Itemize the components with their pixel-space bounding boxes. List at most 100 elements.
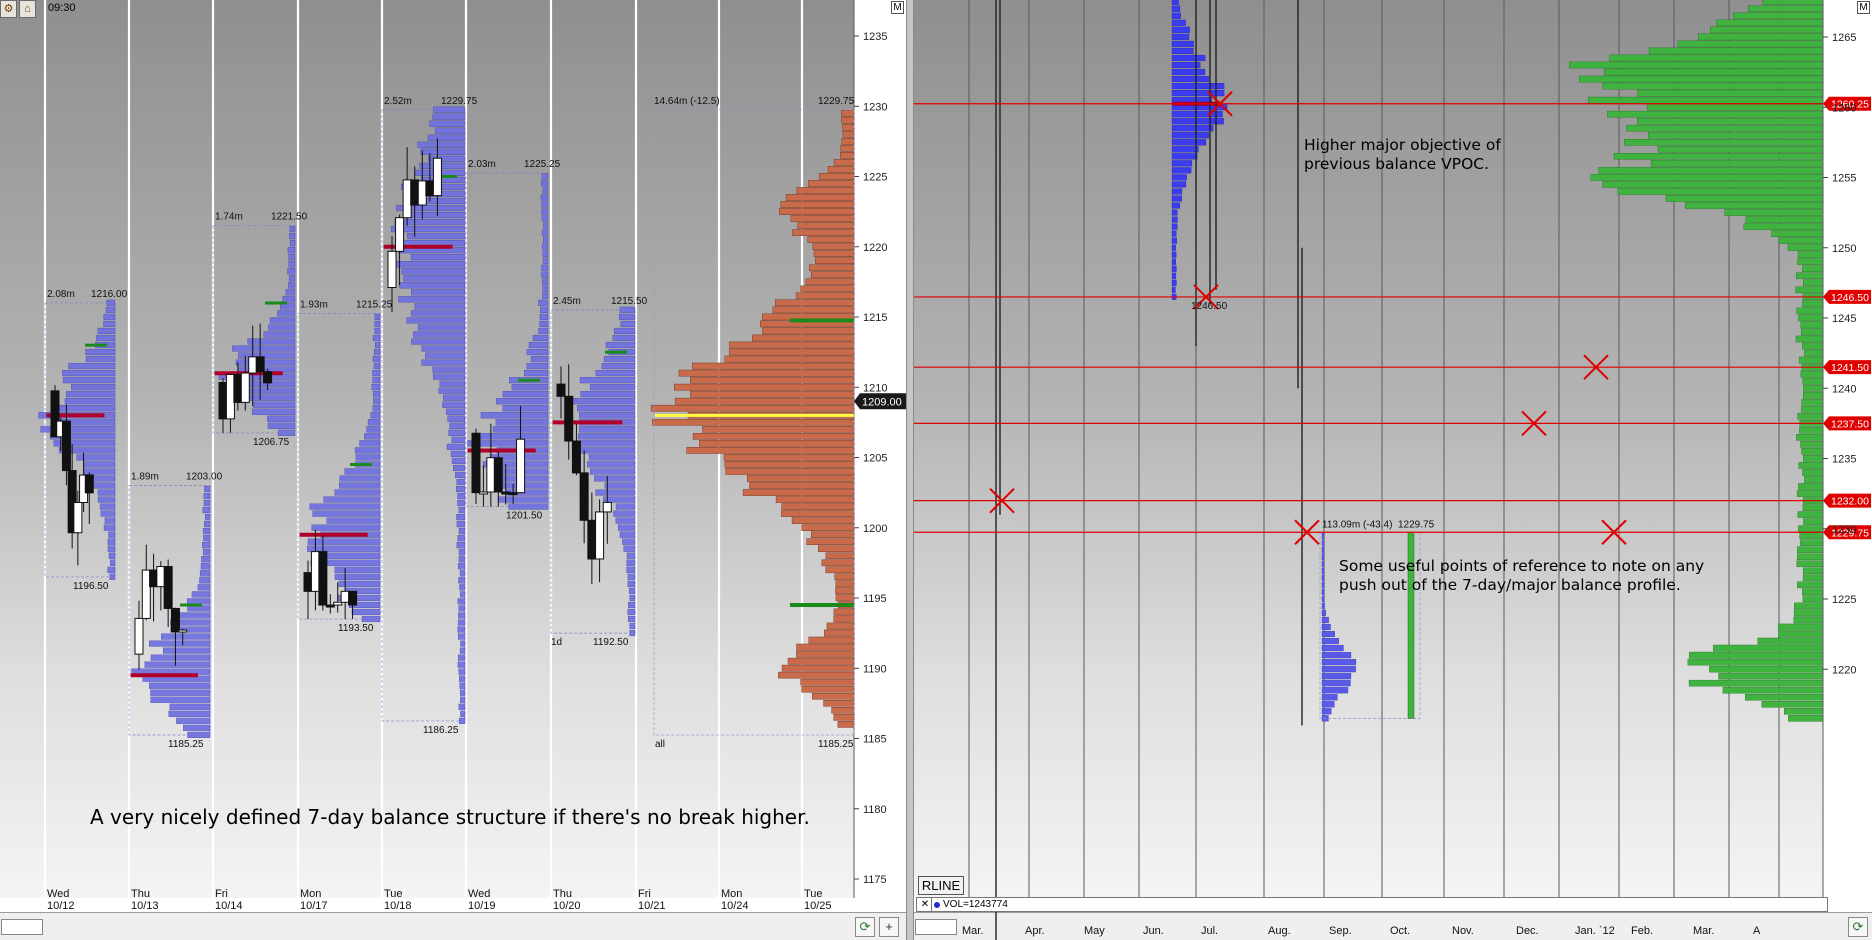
- long-term-profile-bar: [1797, 251, 1824, 258]
- candle-up: [73, 502, 83, 534]
- add-button[interactable]: +: [879, 917, 899, 937]
- session-profile-bar: [451, 457, 466, 464]
- prior-balance-profile-bar: [1171, 237, 1177, 244]
- composite-profile-bar: [742, 489, 855, 496]
- session-profile-bar: [372, 355, 381, 363]
- composite-profile-bar: [826, 622, 855, 630]
- day-label-name: Mon: [721, 888, 742, 900]
- day-label-date: 10/17: [300, 900, 328, 912]
- session-profile-bar: [460, 689, 466, 696]
- long-term-profile-bar: [1802, 265, 1824, 272]
- composite-profile-bar: [833, 159, 855, 166]
- session-profile-bar: [399, 282, 466, 289]
- month-label: Mar.: [962, 925, 983, 937]
- session-profile-bar: [456, 514, 466, 521]
- long-term-profile-bar: [1800, 328, 1824, 336]
- session-profile-bar: [367, 419, 381, 426]
- session-profile-bar: [579, 447, 636, 454]
- candle-down: [263, 371, 273, 384]
- session-profile-bar: [457, 633, 466, 640]
- session-profile-bar: [539, 320, 549, 327]
- session-profile-bar: [542, 250, 549, 257]
- session-profile-bar: [403, 275, 466, 282]
- prior-balance-profile-bar: [1171, 125, 1214, 132]
- session-profile-bar: [237, 352, 296, 359]
- session-profile-bar: [64, 398, 116, 405]
- session-profile-bar: [511, 384, 549, 391]
- long-term-profile-bar: [1648, 47, 1824, 55]
- close-icon[interactable]: ✕: [919, 898, 932, 911]
- session-profile-bar: [595, 489, 636, 496]
- day-label-date: 10/13: [131, 900, 159, 912]
- candle-down: [84, 474, 94, 494]
- session-profile-bar: [458, 612, 466, 619]
- prior-balance-profile-bar: [1171, 216, 1178, 223]
- session-profile-bar: [97, 327, 116, 335]
- price-tick-label: 1195: [863, 593, 887, 605]
- maximize-button[interactable]: M: [891, 1, 904, 14]
- session-profile-bar: [459, 717, 466, 724]
- session-profile-bar: [62, 377, 116, 384]
- composite-profile-bar: [797, 222, 855, 229]
- session-profile-bar: [59, 405, 116, 412]
- long-term-profile-bar: [1801, 448, 1824, 455]
- session-profile-bar: [199, 577, 211, 584]
- session-profile-bar: [99, 503, 116, 510]
- recent-profile-bar: [1321, 673, 1352, 680]
- pane-divider[interactable]: [906, 0, 914, 940]
- price-tick-label: 1175: [863, 874, 887, 886]
- gear-icon[interactable]: ⚙: [0, 0, 17, 18]
- candle-down: [255, 356, 265, 373]
- long-term-profile-bar: [1722, 686, 1824, 694]
- session-low-label: 1192.50: [593, 637, 629, 648]
- candle-up: [395, 217, 405, 252]
- long-term-profile-bar: [1799, 427, 1824, 434]
- left-chart-pane[interactable]: 1235 1230 1225 1220 1215 1210 1205 1200 1195 1190…: [0, 0, 906, 940]
- long-term-profile-bar: [1748, 5, 1824, 13]
- composite-profile-bar: [805, 278, 855, 286]
- scroll-field[interactable]: [1, 919, 43, 935]
- session-profile-bar: [288, 282, 296, 289]
- prior-balance-profile-bar: [1171, 258, 1177, 265]
- long-term-profile-bar: [1626, 124, 1824, 132]
- session-profile-bar: [411, 289, 466, 296]
- left-annotation: A very nicely defined 7-day balance stru…: [90, 805, 810, 829]
- prior-balance-profile-bar: [1171, 279, 1177, 286]
- left-profile-chart[interactable]: 1235 1230 1225 1220 1215 1210 1205 1200 1195 1190…: [0, 0, 906, 940]
- session-profile-bar: [442, 401, 466, 408]
- right-annotation-vpoc: Higher major objective of previous balan…: [1304, 136, 1501, 173]
- current-price-label: 1209.00: [862, 396, 902, 408]
- session-profile-bar: [203, 492, 211, 500]
- recent-profile-bar: [1321, 581, 1325, 588]
- long-term-profile-bar: [1688, 679, 1824, 687]
- month-label: Oct.: [1390, 925, 1410, 937]
- session-profile-bar: [451, 436, 466, 443]
- home-icon[interactable]: ⌂: [19, 0, 36, 18]
- session-profile-bar: [96, 334, 116, 342]
- long-term-profile-bar: [1657, 146, 1824, 153]
- long-term-profile-bar: [1803, 518, 1824, 525]
- prior-balance-profile-bar: [1171, 244, 1176, 251]
- session-profile-bar: [251, 408, 296, 415]
- session-profile-bar: [541, 208, 549, 215]
- right-price-tick-label: 1255: [1832, 173, 1856, 185]
- session-profile-bar: [459, 584, 466, 591]
- long-term-profile-bar: [1802, 588, 1824, 596]
- composite-profile-bar: [796, 650, 855, 658]
- prior-balance-profile-bar: [1171, 5, 1181, 12]
- long-term-profile-bar: [1802, 300, 1824, 308]
- refresh-icon[interactable]: ⟳: [855, 917, 875, 937]
- composite-profile-bar: [821, 559, 855, 567]
- session-profile-bar: [205, 514, 211, 521]
- candle-down: [318, 551, 328, 606]
- rline-button[interactable]: RLINE: [918, 876, 964, 895]
- session-profile-bar: [590, 468, 636, 475]
- right-annotation-reference: Some useful points of reference to note …: [1339, 557, 1705, 594]
- recent-profile-bar: [1321, 532, 1325, 539]
- session-profile-bar: [373, 362, 381, 370]
- prior-balance-profile-bar: [1171, 272, 1177, 279]
- candle-down: [218, 381, 228, 420]
- session-profile-bar: [282, 296, 296, 303]
- right-price-tick-label: 1225: [1832, 594, 1856, 606]
- recent-profile-bar: [1321, 546, 1325, 553]
